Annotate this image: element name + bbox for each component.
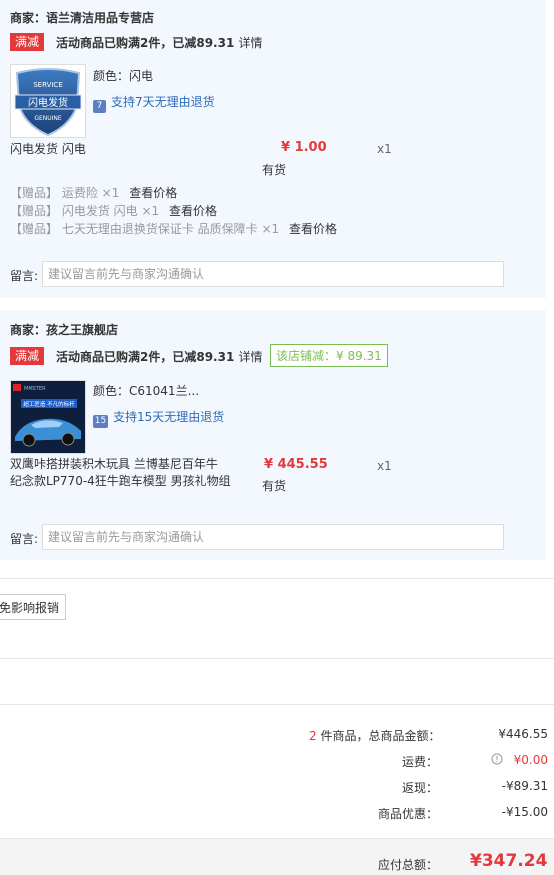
thumb-brand-text: MMSTER [24, 386, 46, 392]
shield-icon: SERVICE 闪电发货 GENUINE [14, 68, 82, 137]
freight-label: 运费： [401, 755, 438, 769]
invoice-button[interactable]: 免影响报销 [0, 594, 67, 620]
total-bar: 应付总额： ¥347.24 [0, 838, 554, 875]
promo-tag: 满减 [10, 347, 45, 365]
remark-input[interactable]: 建议留言前先与商家沟通确认 [42, 261, 504, 287]
gift-tag: 【赠品】 [10, 222, 59, 236]
payable-value: ¥347.24 [470, 851, 548, 871]
divider [0, 658, 554, 659]
divider [0, 704, 554, 705]
product-name[interactable]: 闪电发货 闪电 [10, 140, 86, 157]
goods-count-row: 2 件商品，总商品金额： [309, 727, 440, 744]
product-thumbnail[interactable]: MMSTER 超工匠造 不凡的标杆 [10, 380, 86, 454]
promo-detail-link[interactable]: 详情 [239, 350, 263, 364]
color-label: 颜色： [93, 384, 130, 398]
return-service-text: 支持7天无理由退货 [111, 95, 215, 109]
gift-check-price-link[interactable]: 查看价格 [129, 186, 177, 200]
gift-row: 【赠品】 七天无理由退换货保证卡 品质保障卡 ×1 查看价格 [10, 220, 337, 237]
color-value: C61041兰... [129, 384, 200, 398]
gift-row: 【赠品】 运费险 ×1 查看价格 [10, 184, 177, 201]
promo-text: 活动商品已购满2件，已减89.31 详情 [56, 348, 263, 365]
goods-total: ¥446.55 [498, 727, 548, 741]
product-name-line1[interactable]: 双鹰咔搭拼装积木玩具 兰博基尼百年牛 [10, 455, 218, 472]
cashback-label: 返现： [401, 781, 438, 795]
product-qty: x1 [377, 459, 392, 473]
gift-name: 七天无理由退换货保证卡 品质保障卡 ×1 [61, 222, 280, 236]
freight-value: ¥0.00 [513, 753, 548, 767]
gift-row: 【赠品】 闪电发货 闪电 ×1 查看价格 [10, 202, 217, 219]
gift-name: 运费险 ×1 [61, 186, 120, 200]
promo-tag: 满减 [10, 33, 45, 51]
thumb-bottom-text: GENUINE [34, 115, 62, 122]
gift-tag: 【赠品】 [10, 204, 59, 218]
product-color: 颜色：闪电 [93, 67, 153, 84]
product-price: ¥ 1.00 [281, 140, 327, 155]
product-qty: x1 [377, 142, 392, 156]
product-color: 颜色：C61041兰... [93, 382, 199, 399]
return-service-text: 支持15天无理由退货 [113, 410, 225, 424]
gift-name: 闪电发货 闪电 ×1 [61, 204, 160, 218]
shop-name[interactable]: 商家：孩之王旗舰店 [10, 321, 118, 338]
color-label: 颜色： [93, 69, 130, 83]
discount-label: 商品优惠： [377, 807, 438, 821]
remark-input[interactable]: 建议留言前先与商家沟通确认 [42, 524, 504, 550]
shop-block-1: 商家：语兰清洁用品专营店 满减 活动商品已购满2件，已减89.31 详情 SER… [0, 0, 546, 298]
return-days-icon: 15 [93, 415, 108, 428]
gift-check-price-link[interactable]: 查看价格 [169, 204, 217, 218]
payable-label: 应付总额： [378, 858, 439, 872]
return-service[interactable]: 7 支持7天无理由退货 [93, 93, 215, 113]
shop-block-2: 商家：孩之王旗舰店 满减 活动商品已购满2件，已减89.31 详情 该店铺减：¥… [0, 310, 546, 560]
remark-label: 留言: [10, 269, 39, 283]
car-model-icon: MMSTER 超工匠造 不凡的标杆 [11, 381, 85, 453]
product-price: ¥ 445.55 [264, 457, 328, 472]
return-service[interactable]: 15 支持15天无理由退货 [93, 408, 224, 428]
product-name-line2[interactable]: 纪念款LP770-4狂牛跑车模型 男孩礼物组 [10, 472, 231, 489]
cashback-value: -¥89.31 [501, 779, 548, 793]
product-thumbnail[interactable]: SERVICE 闪电发货 GENUINE [10, 64, 86, 138]
promo-text-label: 活动商品已购满2件，已减89.31 [56, 36, 235, 50]
color-value: 闪电 [129, 69, 154, 83]
product-stock: 有货 [262, 163, 287, 177]
product-stock: 有货 [262, 479, 287, 493]
shop-name[interactable]: 商家：语兰清洁用品专营店 [10, 9, 154, 26]
discount-value: -¥15.00 [501, 805, 548, 819]
goods-total-label: 件商品，总商品金额： [320, 729, 441, 743]
gift-check-price-link[interactable]: 查看价格 [289, 222, 337, 236]
promo-detail-link[interactable]: 详情 [239, 36, 263, 50]
thumb-top-text: SERVICE [33, 81, 63, 89]
thumb-banner-text: 超工匠造 不凡的标杆 [23, 400, 75, 408]
shop-saving-badge: 该店铺减：¥ 89.31 [270, 344, 388, 367]
divider [0, 578, 554, 579]
thumb-mid-text: 闪电发货 [28, 96, 68, 109]
return-days-icon: 7 [93, 100, 106, 113]
remark-label: 留言: [10, 532, 39, 546]
gift-tag: 【赠品】 [10, 186, 59, 200]
promo-text-label: 活动商品已购满2件，已减89.31 [56, 350, 235, 364]
promo-text: 活动商品已购满2件，已减89.31 详情 [56, 34, 263, 51]
goods-count: 2 [309, 729, 317, 743]
